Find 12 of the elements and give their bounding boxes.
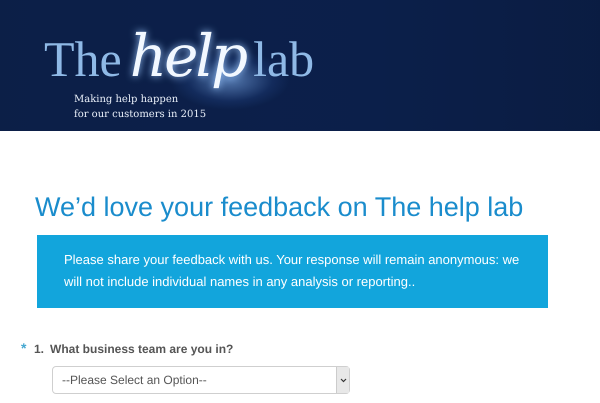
logo-script-word: help [130, 22, 246, 90]
question-text: What business team are you in? [50, 342, 234, 356]
chevron-icon [340, 378, 346, 382]
logo-word: lab [253, 30, 314, 88]
notice-text: Please share your feedback with us. Your response will remain anonymous: we will not include individual names in any analysis or reporting.. [37, 235, 548, 308]
tagline: Making help happen [74, 93, 180, 107]
question-number: 1. [34, 342, 46, 356]
page-title: We’d love your feedback on The help lab [35, 191, 524, 223]
logo-word: The [44, 30, 122, 88]
dropdown-field[interactable]: --Please Select an Option-- [52, 366, 350, 394]
tagline: for our customers in 2015 [74, 108, 208, 122]
required-marker: * [21, 340, 28, 356]
